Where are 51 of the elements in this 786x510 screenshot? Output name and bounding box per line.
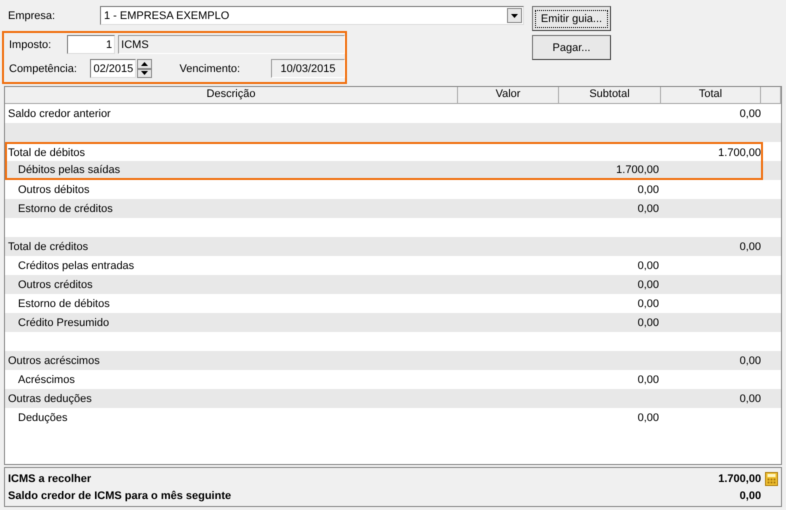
table-cell-text: Outros débitos	[17, 184, 91, 196]
period-field[interactable]: 02/2015	[90, 59, 136, 78]
table-cell-text: 0,00	[738, 392, 761, 404]
table-cell-text: 0,00	[636, 412, 659, 424]
column-header[interactable]: Valor	[458, 87, 559, 103]
company-dropdown[interactable]: 1 - EMPRESA EXEMPLO	[100, 6, 524, 25]
table-cell-text: Saldo credor anterior	[7, 108, 112, 120]
table-cell-text: Outros créditos	[17, 278, 94, 290]
table-cell-text: Crédito Presumido	[17, 316, 110, 328]
table-cell-text: Créditos pelas entradas	[17, 260, 136, 272]
column-header[interactable]: Subtotal	[559, 87, 661, 103]
table-cell-text: 0,00	[738, 354, 761, 366]
column-header[interactable]: Total	[661, 87, 761, 103]
table-cell-text: 0,00	[636, 316, 659, 328]
table-cell-text: Total de débitos	[7, 146, 86, 158]
table-cell-text: 1.700,00	[615, 164, 659, 176]
calculator-icon[interactable]	[764, 472, 778, 486]
due-date-label: Vencimento:	[178, 62, 242, 74]
table-cell-text: Outros acréscimos	[7, 354, 101, 366]
column-header[interactable]: Descrição	[5, 87, 458, 103]
action-button[interactable]: Pagar...	[532, 35, 611, 60]
up-arrow-icon	[140, 62, 148, 66]
table-cell-text: 0,00	[636, 278, 659, 290]
summary-label: Saldo credor de ICMS para o mês seguinte	[7, 490, 232, 502]
table-cell-text: Débitos pelas saídas	[17, 164, 122, 176]
company-label: Empresa:	[7, 10, 56, 22]
table-cell-text: 0,00	[738, 240, 761, 252]
table-cell-text: Acréscimos	[17, 374, 76, 386]
period-label: Competência:	[8, 62, 78, 74]
table-cell-text: 0,00	[636, 260, 659, 272]
table-cell-text: 0,00	[636, 202, 659, 214]
table-cell-text: 0,00	[636, 374, 659, 386]
tax-label: Imposto:	[8, 38, 52, 50]
table-cell-text: Total de créditos	[7, 240, 90, 252]
down-arrow-icon	[140, 71, 148, 76]
tax-name-field: ICMS	[118, 35, 345, 54]
table-cell-text: Estorno de débitos	[17, 298, 111, 310]
action-button[interactable]: Emitir guia...	[532, 6, 611, 31]
summary-value: 0,00	[738, 490, 762, 502]
summary-value: 1.700,00	[717, 472, 762, 484]
table-cell-text: 1.700,00	[717, 146, 761, 158]
spin-up-button[interactable]	[137, 59, 152, 68]
tax-code-field[interactable]: 1	[67, 35, 116, 54]
table-cell-text: Deduções	[17, 412, 69, 424]
due-date-field: 10/03/2015	[270, 59, 345, 78]
table-cell-text: 0,00	[636, 184, 659, 196]
summary-label: ICMS a recolher	[7, 472, 92, 484]
table-cell-text: 0,00	[738, 108, 761, 120]
table-cell-text: 0,00	[636, 298, 659, 310]
table-cell-text: Estorno de créditos	[17, 202, 114, 214]
table-cell-text: Outras deduções	[7, 392, 93, 404]
